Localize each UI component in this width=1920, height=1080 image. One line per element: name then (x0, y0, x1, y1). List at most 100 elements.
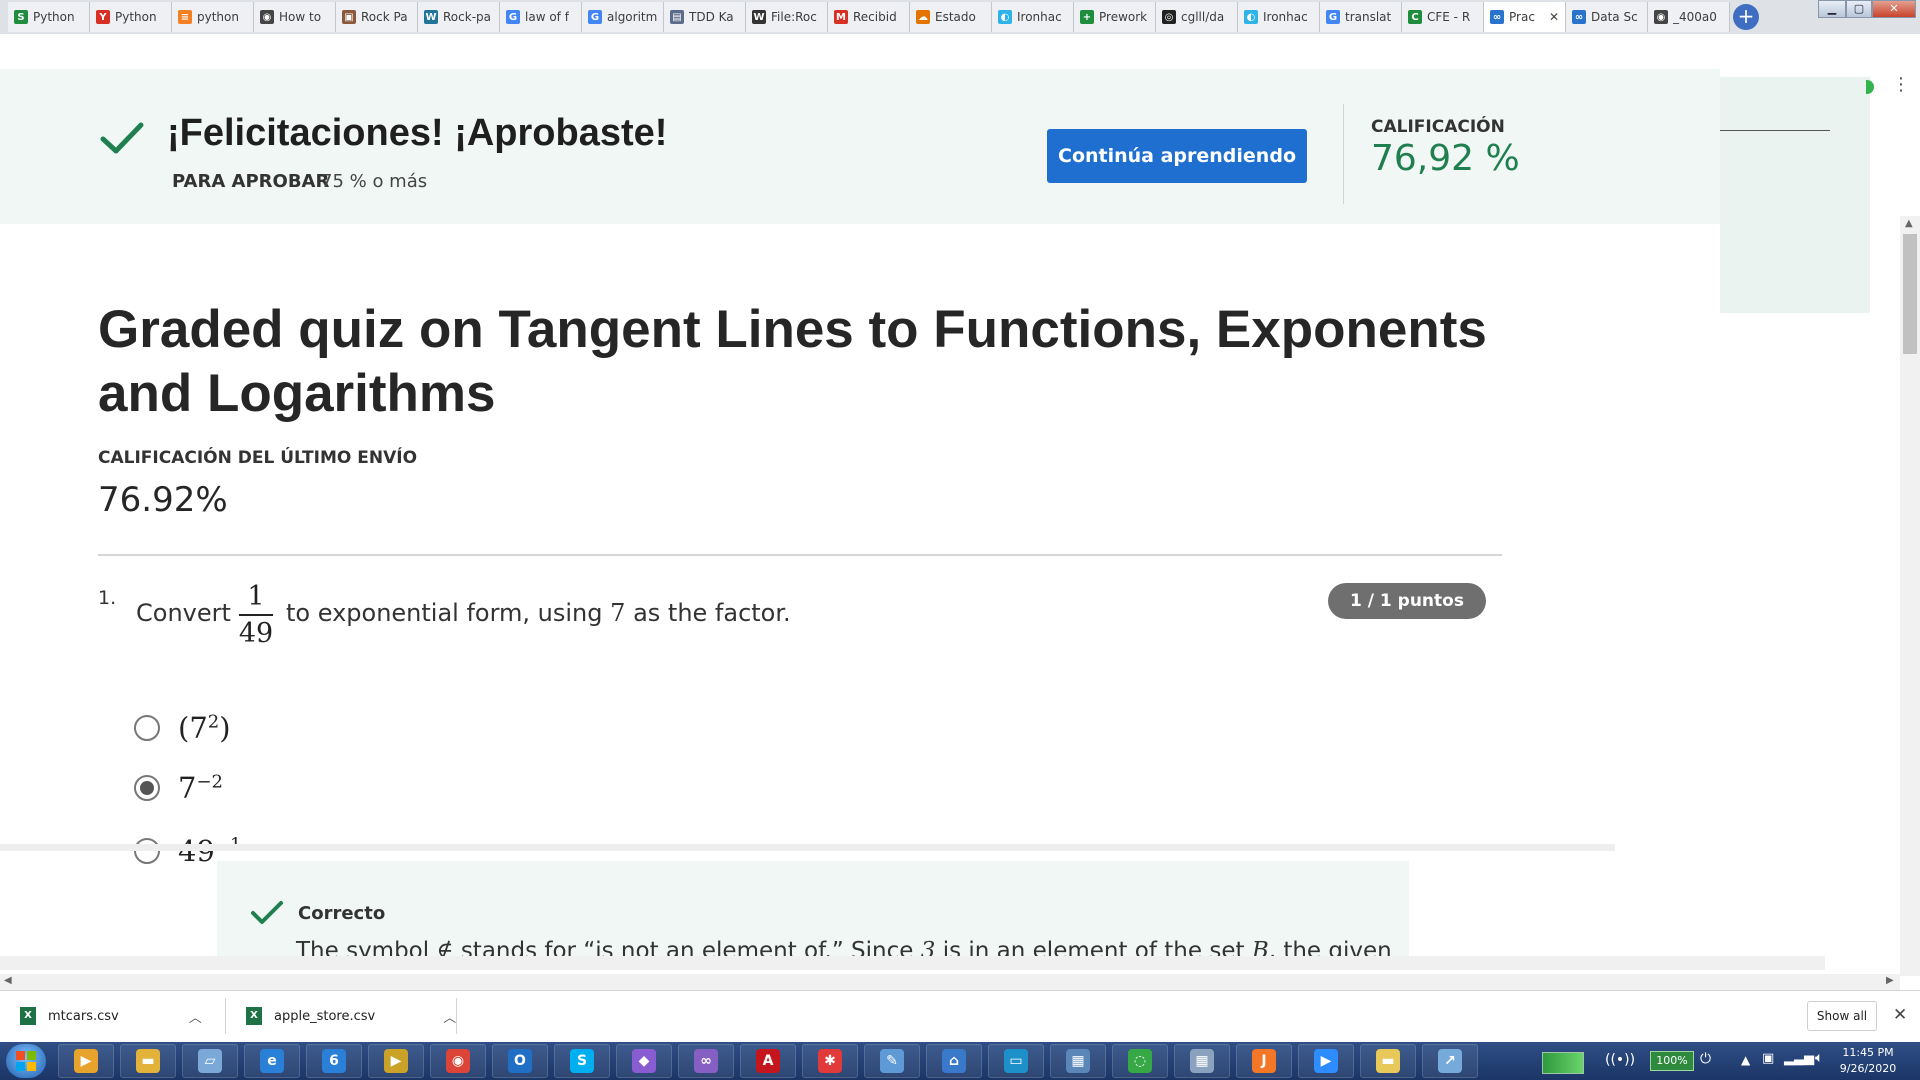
taskbar-app-button[interactable]: O (492, 1044, 548, 1078)
browser-tab[interactable]: ◐ Ironhac (992, 2, 1074, 32)
download-item[interactable]: X mtcars.csv ︿ (20, 990, 202, 1042)
new-tab-button[interactable]: + (1733, 4, 1759, 30)
ironhack-icon: ◐ (1244, 10, 1258, 24)
tab-title: Prework (1099, 10, 1148, 24)
browser-tab[interactable]: Glaw of f (500, 2, 582, 32)
taskbar-app-button[interactable]: ▱ (182, 1044, 238, 1078)
wikipedia-icon: W (752, 10, 766, 24)
answer-option-2[interactable]: 7−2 (134, 771, 223, 805)
browser-tab[interactable]: Y Python (90, 2, 172, 32)
folder-icon: ▬ (1376, 1049, 1400, 1073)
clock-date[interactable]: 9/26/2020 (1838, 1062, 1898, 1075)
github-icon: ◎ (1162, 10, 1176, 24)
taskbar-app-button[interactable]: J (1236, 1044, 1292, 1078)
browser-tab[interactable]: ∞ Data Sc (1566, 2, 1648, 32)
taskbar-app-button[interactable]: ▶ (1298, 1044, 1354, 1078)
taskbar-app-button[interactable]: ▬ (120, 1044, 176, 1078)
chevron-up-icon[interactable]: ︿ (443, 1007, 456, 1026)
radio-button[interactable] (134, 838, 160, 864)
tray-signal-icon[interactable]: ▂▃▅ (1784, 1051, 1814, 1066)
answer-option-1[interactable]: (72) (134, 711, 231, 745)
browser-tab[interactable]: ◐ Ironhac (1238, 2, 1320, 32)
horizontal-scrollbar[interactable]: ◀ ▶ (0, 974, 1900, 990)
browser-tab[interactable]: + Prework (1074, 2, 1156, 32)
taskbar-app-button[interactable]: ◉ (430, 1044, 486, 1078)
maximize-button[interactable]: ▢ (1846, 0, 1872, 18)
start-button[interactable] (6, 1044, 46, 1078)
browser-tab[interactable]: ▣ Rock Pa (336, 2, 418, 32)
taskbar-app-button[interactable]: ▭ (988, 1044, 1044, 1078)
browser-tab[interactable]: W File:Roc (746, 2, 828, 32)
taskbar-app-button[interactable]: A (740, 1044, 796, 1078)
taskbar-app-button[interactable]: e (244, 1044, 300, 1078)
taskbar-app-button[interactable]: ▦ (1174, 1044, 1230, 1078)
google-icon: G (588, 10, 602, 24)
volume-icon[interactable]: 🔈︎ (1815, 1050, 1823, 1066)
taskbar-app-button[interactable]: ↗ (1422, 1044, 1478, 1078)
zoom-icon: ▶ (1314, 1049, 1338, 1073)
taskbar-app-button[interactable]: ▦ (1050, 1044, 1106, 1078)
rstudio-icon: ↗ (1438, 1049, 1462, 1073)
taskbar-app-button[interactable]: ▶ (58, 1044, 114, 1078)
taskbar-app-button[interactable]: ▶ (368, 1044, 424, 1078)
browser-tab[interactable]: ◎ cglll/da (1156, 2, 1238, 32)
radio-button[interactable] (134, 715, 160, 741)
tab-close-icon[interactable]: ✕ (1549, 10, 1559, 24)
tab-title: translat (1345, 10, 1392, 24)
tab-title: Rock Pa (361, 10, 408, 24)
browser-tab[interactable]: W Rock-pa (418, 2, 500, 32)
scroll-right-icon[interactable]: ▶ (1886, 975, 1894, 986)
browser-tab[interactable]: Galgoritm (582, 2, 664, 32)
continue-learning-button[interactable]: Continúa aprendiendo (1047, 129, 1307, 183)
browser-tab[interactable]: ▤ TDD Ka (664, 2, 746, 32)
show-all-button[interactable]: Show all (1807, 1001, 1877, 1031)
overlay-strip (0, 844, 1615, 851)
minimize-button[interactable]: ▁ (1818, 0, 1846, 18)
extension-icon[interactable] (1866, 80, 1874, 94)
browser-tab[interactable]: ☁ Estado (910, 2, 992, 32)
ironhack-icon: ◐ (998, 10, 1012, 24)
scroll-left-icon[interactable]: ◀ (4, 975, 12, 986)
taskbar-app-button[interactable]: S (554, 1044, 610, 1078)
taskbar-app-button[interactable]: ✱ (802, 1044, 858, 1078)
clock-time[interactable]: 11:45 PM (1838, 1046, 1898, 1059)
wordpress-icon: W (424, 10, 438, 24)
chat-icon: 6 (322, 1049, 346, 1073)
taskbar-app-button[interactable]: ◆ (616, 1044, 672, 1078)
coursera-icon: ∞ (1490, 10, 1504, 24)
download-item[interactable]: X apple_store.csv ︿ (246, 990, 456, 1042)
scroll-up-icon[interactable]: ▲ (1905, 218, 1913, 229)
tray-expand-icon[interactable]: ▲ (1741, 1053, 1750, 1067)
taskbar-app-button[interactable]: ✎ (864, 1044, 920, 1078)
taskbar-app-button[interactable]: ∞ (678, 1044, 734, 1078)
browser-menu-icon[interactable]: ⋮ (1892, 74, 1910, 95)
network-signal-icon[interactable] (1542, 1052, 1584, 1074)
browser-tab[interactable]: Gtranslat (1320, 2, 1402, 32)
option-math: 7−2 (178, 771, 223, 805)
browser-tab[interactable]: ◉ _400a0 (1648, 2, 1730, 32)
window-close-button[interactable]: ✕ (1872, 0, 1916, 18)
vertical-scrollbar[interactable]: ▲ ▼ (1900, 216, 1920, 976)
browser-tab[interactable]: C CFE - R (1402, 2, 1484, 32)
notes-icon: ▱ (198, 1049, 222, 1073)
taskbar-app-button[interactable]: ▬ (1360, 1044, 1416, 1078)
browser-tab[interactable]: S Python (8, 2, 90, 32)
tray-device-icon[interactable]: ▣ (1762, 1051, 1774, 1066)
wifi-icon[interactable]: ((•)) (1605, 1052, 1635, 1068)
chevron-up-icon[interactable]: ︿ (189, 1007, 202, 1026)
taskbar-app-button[interactable]: ◌ (1112, 1044, 1168, 1078)
tab-title: CFE - R (1427, 10, 1471, 24)
gmail-icon: M (834, 10, 848, 24)
taskbar-app-button[interactable]: 6 (306, 1044, 362, 1078)
browser-tab[interactable]: ≡ python (172, 2, 254, 32)
scrollbar-thumb[interactable] (1903, 234, 1917, 354)
browser-tab[interactable]: ∞ Prac ✕ (1484, 2, 1566, 32)
power-icon[interactable]: ⏻ (1700, 1051, 1711, 1067)
radio-button-selected[interactable] (134, 775, 160, 801)
fraction-numerator: 1 (247, 581, 265, 612)
battery-indicator[interactable]: 100% (1650, 1051, 1694, 1071)
close-downloads-icon[interactable]: ✕ (1893, 1005, 1907, 1025)
browser-tab[interactable]: M Recibid (828, 2, 910, 32)
browser-tab[interactable]: ◉ How to (254, 2, 336, 32)
taskbar-app-button[interactable]: ⌂ (926, 1044, 982, 1078)
